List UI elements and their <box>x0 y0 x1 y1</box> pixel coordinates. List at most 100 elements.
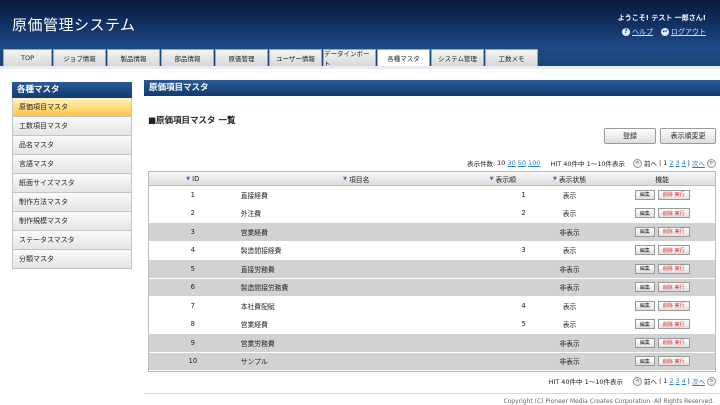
display-count-30[interactable]: 30 <box>507 159 515 167</box>
delete-button[interactable]: 削除 実行 <box>657 282 690 293</box>
page-separator: | <box>659 159 662 167</box>
prev-icon[interactable]: < <box>633 376 643 386</box>
next-link[interactable]: 次へ <box>692 158 705 168</box>
header-id[interactable]: ▼ ID <box>149 172 237 185</box>
copyright-text: Copyright (C) Pioneer Media Creates Corp… <box>503 398 714 405</box>
display-order-change-button[interactable]: 表示順変更 <box>660 128 716 144</box>
display-count-10[interactable]: 10 <box>497 159 505 167</box>
tab-work-memo[interactable]: 工数メモ <box>485 49 538 66</box>
hit-count-text: HIT 40件中 1〜10件表示 <box>548 378 624 386</box>
sidebar-item-production-method-master[interactable]: 制作方法マスタ <box>12 193 132 212</box>
edit-button[interactable]: 編集 <box>634 226 655 237</box>
sidebar-item-product-name-master[interactable]: 品名マスタ <box>12 136 132 155</box>
tab-product-info[interactable]: 製品情報 <box>107 49 160 66</box>
row-status: 非表示 <box>559 265 580 274</box>
sidebar-item-workload-item-master[interactable]: 工数項目マスタ <box>12 117 132 136</box>
row-actions: 編集 削除 実行 <box>609 223 715 241</box>
row-status: 非表示 <box>559 228 580 237</box>
row-id: 7 <box>190 301 195 310</box>
page-3[interactable]: 3 <box>676 159 680 167</box>
footer-divider <box>144 393 720 394</box>
next-link[interactable]: 次へ <box>692 376 705 386</box>
display-count-100[interactable]: 100 <box>528 159 540 167</box>
tab-masters[interactable]: 各種マスタ <box>377 49 430 66</box>
tab-system-admin[interactable]: システム管理 <box>431 49 484 66</box>
cost-item-table: ▼ ID ▼ 項目名 ▼ 表示順 ▼ 表示状態 機能 1 直接経費 1 表示 編集 削除… <box>148 171 716 372</box>
display-count-label: 表示件数: <box>466 160 496 168</box>
sidebar-item-production-scale-master[interactable]: 制作規模マスタ <box>12 212 132 231</box>
help-link[interactable]: ? ヘルプ <box>622 27 653 37</box>
delete-button[interactable]: 削除 実行 <box>657 319 690 330</box>
tab-underline <box>0 66 720 69</box>
tab-data-import[interactable]: データインポート <box>323 49 376 68</box>
sort-icon: ▼ <box>186 175 191 182</box>
tab-cost-management[interactable]: 原価管理 <box>215 49 268 66</box>
table-row: 9 営業労務費 非表示 編集 削除 実行 <box>149 334 715 353</box>
row-name: 外注費 <box>240 210 262 219</box>
welcome-message: ようこそ! テスト 一郎さん! <box>617 14 706 22</box>
row-name: 製造間接経費 <box>240 247 282 256</box>
row-actions: 編集 削除 実行 <box>609 205 715 223</box>
table-row: 10 サンプル 非表示 編集 削除 実行 <box>149 352 715 371</box>
page-2[interactable]: 2 <box>669 159 673 167</box>
edit-button[interactable]: 編集 <box>634 319 655 330</box>
register-button[interactable]: 登録 <box>604 128 656 144</box>
sidebar-item-paper-size-master[interactable]: 紙面サイズマスタ <box>12 174 132 193</box>
edit-button[interactable]: 編集 <box>634 282 655 293</box>
delete-button[interactable]: 削除 実行 <box>657 337 690 348</box>
tab-job-info[interactable]: ジョブ情報 <box>53 49 106 66</box>
page-2[interactable]: 2 <box>669 377 673 385</box>
delete-button[interactable]: 削除 実行 <box>657 226 690 237</box>
tab-parts-info[interactable]: 部品情報 <box>161 49 214 66</box>
table-row: 5 直接労務費 非表示 編集 削除 実行 <box>149 260 715 279</box>
page-3[interactable]: 3 <box>676 377 680 385</box>
row-id: 10 <box>188 357 198 366</box>
sidebar-item-language-master[interactable]: 言語マスタ <box>12 155 132 174</box>
row-actions: 編集 削除 実行 <box>609 334 715 352</box>
edit-button[interactable]: 編集 <box>634 337 655 348</box>
logout-icon: ↩ <box>661 28 669 36</box>
row-status: 表示 <box>562 210 577 219</box>
tab-top[interactable]: TOP <box>3 49 52 66</box>
prev-link[interactable]: 前へ <box>644 376 657 386</box>
edit-button[interactable]: 編集 <box>634 263 655 274</box>
tab-user-info[interactable]: ユーザー情報 <box>269 49 322 66</box>
prev-icon[interactable]: < <box>633 158 643 168</box>
header-status-label: 表示状態 <box>558 175 587 184</box>
page-title: 原価項目マスタ <box>144 80 720 96</box>
delete-button[interactable]: 削除 実行 <box>657 263 690 274</box>
delete-button[interactable]: 削除 実行 <box>657 356 690 367</box>
delete-button[interactable]: 削除 実行 <box>657 208 690 219</box>
next-icon[interactable]: > <box>707 376 716 386</box>
row-actions: 編集 削除 実行 <box>609 186 715 204</box>
row-actions: 編集 削除 実行 <box>609 260 715 278</box>
edit-button[interactable]: 編集 <box>634 189 655 200</box>
header-name[interactable]: ▼ 項目名 <box>237 172 476 185</box>
page-4[interactable]: 4 <box>682 159 686 167</box>
row-name: 製造間接労務費 <box>240 284 289 293</box>
edit-button[interactable]: 編集 <box>634 300 655 311</box>
row-name: 本社費配賦 <box>240 302 275 311</box>
sidebar-item-status-master[interactable]: ステータスマスタ <box>12 231 132 250</box>
header-order[interactable]: ▼ 表示順 <box>476 172 530 185</box>
prev-link[interactable]: 前へ <box>644 158 657 168</box>
row-order: 4 <box>521 301 526 310</box>
app-title: 原価管理システム <box>12 16 136 34</box>
row-id: 2 <box>190 209 195 218</box>
row-name: 営業経費 <box>240 228 268 237</box>
sidebar-item-category-master[interactable]: 分類マスタ <box>12 250 132 269</box>
edit-button[interactable]: 編集 <box>634 245 655 256</box>
logout-link[interactable]: ↩ ログアウト <box>661 27 706 37</box>
display-count-50[interactable]: 50 <box>518 159 526 167</box>
page-4[interactable]: 4 <box>682 377 686 385</box>
header-status[interactable]: ▼ 表示状態 <box>530 172 610 185</box>
edit-button[interactable]: 編集 <box>634 356 655 367</box>
sidebar-item-cost-item-master[interactable]: 原価項目マスタ <box>12 98 132 117</box>
delete-button[interactable]: 削除 実行 <box>657 189 690 200</box>
delete-button[interactable]: 削除 実行 <box>657 245 690 256</box>
table-row: 8 営業経費 5 表示 編集 削除 実行 <box>149 315 715 334</box>
edit-button[interactable]: 編集 <box>634 208 655 219</box>
delete-button[interactable]: 削除 実行 <box>657 300 690 311</box>
pager-top: 表示件数: 10 30 50 100 HIT 40件中 1〜10件表示 < 前へ… <box>467 158 716 168</box>
next-icon[interactable]: > <box>707 158 716 168</box>
